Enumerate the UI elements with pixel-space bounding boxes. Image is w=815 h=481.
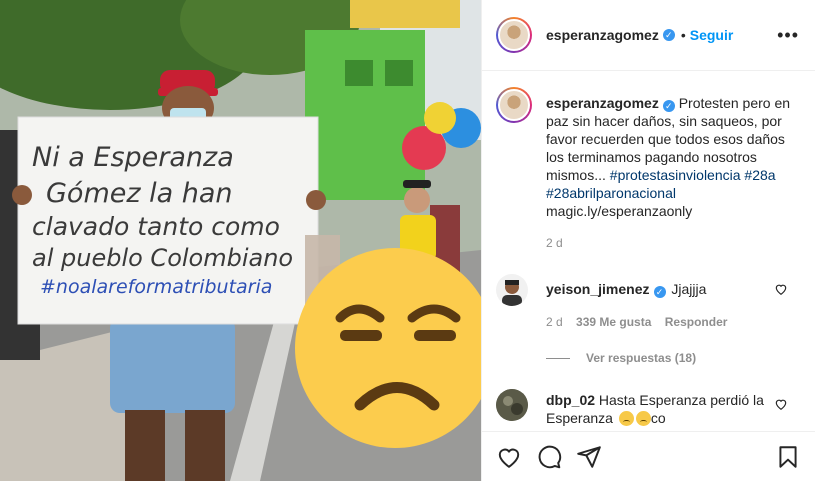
caption-avatar[interactable] — [496, 87, 532, 123]
view-replies-button[interactable]: Ver respuestas (18) — [546, 351, 801, 365]
sign-line-4: al pueblo Colombiano — [32, 244, 293, 272]
action-bar — [482, 431, 815, 481]
author-avatar[interactable] — [496, 17, 532, 53]
caption-username[interactable]: esperanzagomez — [546, 95, 659, 111]
hashtag-link[interactable]: #protestasinviolencia — [610, 167, 741, 183]
photo-scene: Ni a Esperanza Gómez la han clavado tant… — [0, 0, 481, 481]
frowning-emoji-icon — [635, 411, 651, 426]
worried-emoji-icon — [618, 411, 634, 426]
verified-badge-icon: ✓ — [662, 29, 675, 41]
post-header: esperanzagomez ✓ • Seguir ••• — [482, 0, 815, 71]
verified-badge-icon: ✓ — [662, 100, 675, 112]
like-heart-icon[interactable] — [496, 444, 522, 470]
comment-text-end: co — [650, 410, 666, 426]
sign-line-1: Ni a Esperanza — [32, 142, 234, 173]
comment-bubble-icon[interactable] — [536, 444, 562, 470]
post-side-panel: esperanzagomez ✓ • Seguir ••• esperanzag… — [481, 0, 815, 481]
comments-list[interactable]: esperanzagomez ✓ Protesten pero en paz si… — [482, 71, 815, 431]
view-replies-label: Ver respuestas (18) — [586, 351, 697, 365]
comment-username[interactable]: dbp_02 — [546, 392, 595, 408]
caption-time[interactable]: 2 d — [546, 236, 563, 250]
comment-text: Jjajjja — [671, 281, 707, 297]
comment-username[interactable]: yeison_jimenez — [546, 281, 650, 297]
like-comment-heart-icon[interactable] — [773, 282, 789, 296]
comment-avatar[interactable] — [496, 389, 528, 421]
comment-item: dbp_02 Hasta Esperanza perdió la Esperan… — [496, 389, 801, 427]
sign-line-5: #noalareformatributaria — [40, 276, 272, 298]
reply-button[interactable]: Responder — [665, 315, 728, 329]
verified-badge-icon: ✓ — [653, 286, 666, 298]
like-comment-heart-icon[interactable] — [773, 397, 789, 411]
caption-link[interactable]: magic.ly/esperanzaonly — [546, 203, 692, 219]
author-username[interactable]: esperanzagomez — [546, 27, 659, 43]
separator-dot: • — [680, 27, 686, 43]
caption: esperanzagomez ✓ Protesten pero en paz si… — [496, 87, 801, 252]
comment-avatar[interactable] — [496, 274, 528, 306]
more-options-icon[interactable]: ••• — [777, 25, 799, 46]
post-photo[interactable]: Ni a Esperanza Gómez la han clavado tant… — [0, 0, 481, 481]
save-bookmark-icon[interactable] — [775, 444, 801, 470]
replies-divider — [546, 357, 570, 359]
comment-likes[interactable]: 339 Me gusta — [576, 315, 651, 329]
sign-line-3: clavado tanto como — [32, 212, 280, 241]
sign-line-2: Gómez la han — [46, 178, 233, 209]
instagram-post: Ni a Esperanza Gómez la han clavado tant… — [0, 0, 815, 481]
hashtag-link[interactable]: #28abrilparonacional — [546, 185, 676, 201]
follow-button[interactable]: Seguir — [690, 27, 734, 43]
comment-time[interactable]: 2 d — [546, 315, 563, 329]
comment-item: yeison_jimenez ✓ Jjajjja 2 d 339 Me gusta… — [496, 274, 801, 331]
share-paper-plane-icon[interactable] — [576, 444, 602, 470]
hashtag-link[interactable]: #28a — [744, 167, 775, 183]
